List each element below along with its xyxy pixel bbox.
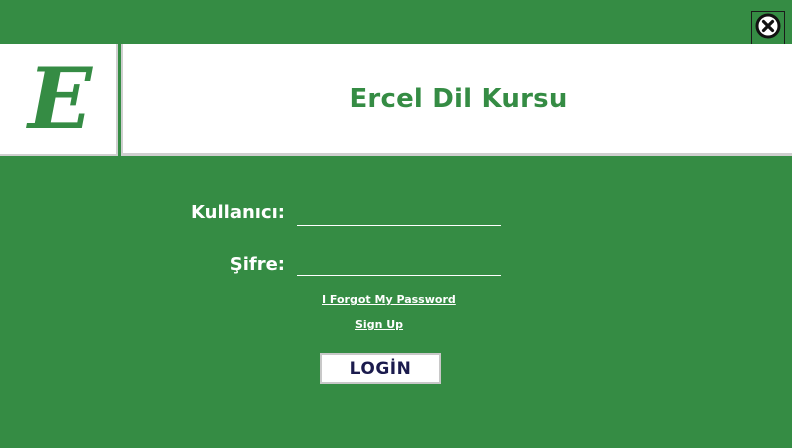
logo: E [0, 44, 118, 156]
username-label: Kullanıcı: [191, 202, 285, 223]
forgot-password-link[interactable]: I Forgot My Password [322, 293, 456, 306]
close-button[interactable] [751, 11, 785, 45]
close-icon [755, 13, 781, 43]
login-button[interactable]: LOGİN [320, 353, 441, 384]
page-title: Ercel Dil Kursu [349, 83, 568, 114]
sign-up-link[interactable]: Sign Up [355, 318, 403, 331]
password-field[interactable] [297, 255, 501, 276]
header-banner: Ercel Dil Kursu [121, 44, 792, 156]
username-field[interactable] [297, 205, 501, 226]
logo-letter: E [27, 49, 93, 148]
password-label: Şifre: [229, 254, 285, 275]
